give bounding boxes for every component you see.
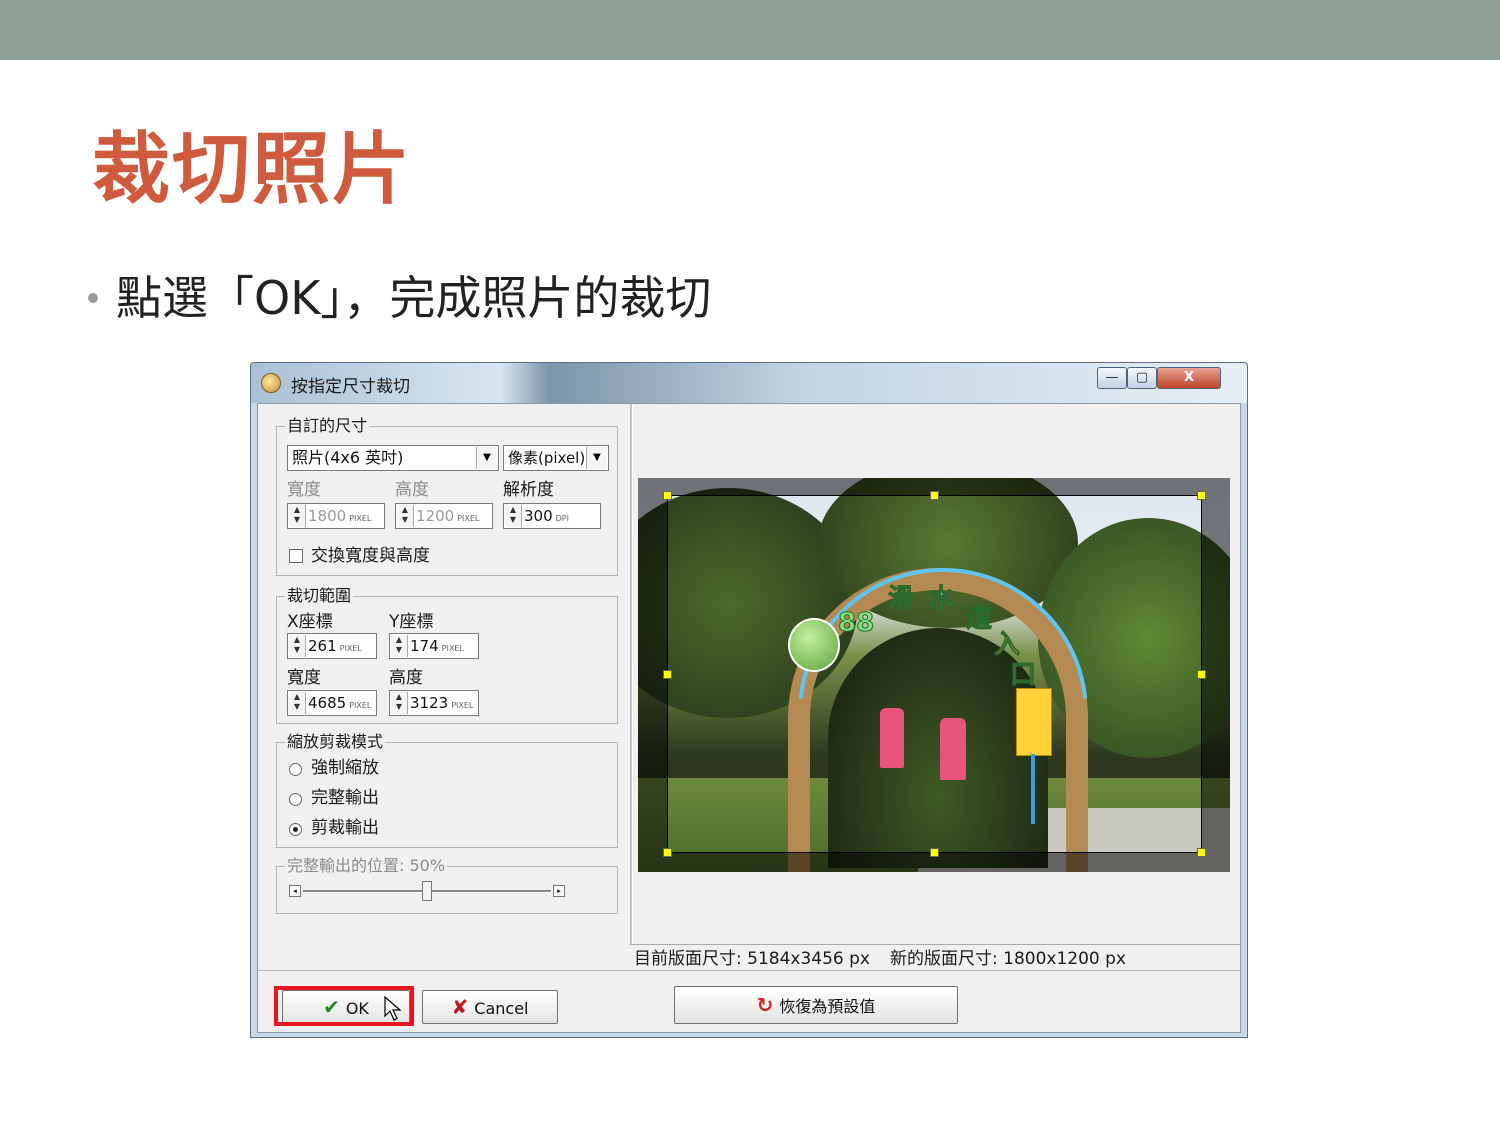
slide-title: 裁切照片 — [92, 125, 413, 215]
pixel-unit: PIXEL — [349, 701, 372, 710]
app-icon — [261, 373, 281, 393]
pixel-unit: PIXEL — [451, 701, 474, 710]
spinner-arrows-icon[interactable]: ▲ ▼ — [505, 505, 522, 527]
spinner-arrows-icon[interactable]: ▲ ▼ — [289, 692, 306, 714]
spinner-arrows-icon[interactable]: ▲ ▼ — [397, 505, 414, 527]
unit-select-value: 像素(pixel) — [508, 449, 586, 467]
crop-width-spinner[interactable]: ▲ ▼ 4685 PIXEL — [287, 690, 377, 716]
crop-height-label: 高度 — [389, 668, 423, 688]
position-group: 完整輸出的位置: 50% ◂ ▸ — [276, 855, 618, 914]
y-spinner[interactable]: ▲ ▼ 174 PIXEL — [389, 633, 479, 659]
pixel-unit: PIXEL — [441, 644, 464, 653]
photo-preview[interactable]: 88 滑 水 道 入 口 — [638, 478, 1230, 872]
resolution-value: 300 — [524, 507, 553, 525]
size-preset-select[interactable]: 照片(4x6 英吋) ▼ — [287, 445, 499, 471]
x-coordinate-label: X座標 — [287, 612, 333, 632]
cancel-button[interactable]: ✘ Cancel — [422, 990, 558, 1024]
window-titlebar[interactable]: 按指定尺寸裁切 — ▢ X — [251, 363, 1247, 403]
position-slider-thumb[interactable] — [422, 881, 432, 901]
resolution-label: 解析度 — [503, 480, 554, 500]
spinner-arrows-icon[interactable]: ▲ ▼ — [289, 505, 306, 527]
radio-force-scale[interactable] — [289, 763, 302, 776]
unit-select[interactable]: 像素(pixel) ▼ — [503, 445, 609, 471]
dialog-client-area: 自訂的尺寸 照片(4x6 英吋) ▼ 像素(pixel) ▼ 寬度 高度 解析度… — [257, 403, 1241, 1033]
bullet-dot — [88, 292, 98, 303]
custom-size-group-label: 自訂的尺寸 — [285, 415, 370, 437]
x-value: 261 — [308, 637, 337, 655]
crop-handle-bottom[interactable] — [930, 848, 939, 857]
reload-icon: ↻ — [756, 993, 774, 1017]
scale-mode-group: 縮放剪裁模式 強制縮放 完整輸出 剪裁輸出 — [276, 731, 618, 848]
x-spinner[interactable]: ▲ ▼ 261 PIXEL — [287, 633, 377, 659]
maximize-button[interactable]: ▢ — [1127, 367, 1157, 389]
crop-handle-top-left[interactable] — [663, 491, 672, 500]
settings-panel: 自訂的尺寸 照片(4x6 英吋) ▼ 像素(pixel) ▼ 寬度 高度 解析度… — [258, 404, 630, 944]
crop-dialog-window: 按指定尺寸裁切 — ▢ X 自訂的尺寸 照片(4x6 英吋) ▼ 像素(pixe… — [250, 362, 1248, 1038]
radio-crop-output[interactable] — [289, 823, 302, 836]
panel-divider — [630, 404, 633, 944]
crop-handle-top[interactable] — [930, 491, 939, 500]
spinner-arrows-icon[interactable]: ▲ ▼ — [391, 692, 408, 714]
crop-range-group: 裁切範圍 X座標 Y座標 ▲ ▼ 261 PIXEL ▲ ▼ 174 PIXEL 寬度 … — [276, 585, 618, 724]
crop-handle-left[interactable] — [663, 670, 672, 679]
crop-height-value: 3123 — [410, 694, 449, 712]
y-value: 174 — [410, 637, 439, 655]
crop-rectangle[interactable] — [667, 495, 1202, 853]
custom-size-group: 自訂的尺寸 照片(4x6 英吋) ▼ 像素(pixel) ▼ 寬度 高度 解析度… — [276, 415, 618, 576]
height-value: 1200 — [416, 507, 455, 525]
x-icon: ✘ — [451, 995, 469, 1019]
crop-handle-bottom-right[interactable] — [1197, 848, 1206, 857]
reset-button-label: 恢復為預設值 — [779, 997, 876, 1016]
mouse-cursor-icon — [384, 996, 402, 1021]
height-label: 高度 — [395, 480, 429, 500]
crop-width-value: 4685 — [308, 694, 347, 712]
force-scale-label: 強制縮放 — [311, 758, 379, 778]
reset-defaults-button[interactable]: ↻ 恢復為預設值 — [674, 986, 958, 1024]
slide-top-bar — [0, 0, 1500, 60]
crop-height-spinner[interactable]: ▲ ▼ 3123 PIXEL — [389, 690, 479, 716]
crop-width-label: 寬度 — [287, 668, 321, 688]
window-title: 按指定尺寸裁切 — [291, 377, 410, 397]
slider-left-end-icon[interactable]: ◂ — [289, 885, 301, 897]
slide-bullet: 點選「OK」，完成照片的裁切 — [88, 268, 711, 328]
crop-handle-top-right[interactable] — [1197, 491, 1206, 500]
chevron-down-icon[interactable]: ▼ — [586, 447, 607, 469]
status-divider — [630, 944, 1240, 945]
size-preset-value: 照片(4x6 英吋) — [292, 448, 404, 467]
minimize-button[interactable]: — — [1097, 367, 1127, 389]
crop-range-group-label: 裁切範圍 — [285, 585, 354, 607]
scale-mode-group-label: 縮放剪裁模式 — [285, 731, 386, 753]
radio-full-output[interactable] — [289, 793, 302, 806]
button-bar-divider — [258, 970, 1240, 971]
resolution-spinner[interactable]: ▲ ▼ 300 DPI — [503, 503, 601, 529]
width-spinner[interactable]: ▲ ▼ 1800 PIXEL — [287, 503, 385, 529]
crop-handle-right[interactable] — [1197, 670, 1206, 679]
pixel-unit: PIXEL — [349, 514, 372, 523]
height-spinner[interactable]: ▲ ▼ 1200 PIXEL — [395, 503, 493, 529]
chevron-down-icon[interactable]: ▼ — [476, 447, 497, 469]
bullet-text: 點選「OK」，完成照片的裁切 — [116, 271, 712, 325]
crop-output-label: 剪裁輸出 — [311, 818, 379, 838]
full-output-label: 完整輸出 — [311, 788, 379, 808]
pixel-unit: PIXEL — [339, 644, 362, 653]
position-group-label: 完整輸出的位置: 50% — [285, 855, 448, 877]
swap-label: 交換寬度與高度 — [311, 546, 430, 566]
crop-handle-bottom-left[interactable] — [663, 848, 672, 857]
crop-mask-right — [1202, 495, 1230, 853]
width-label: 寬度 — [287, 480, 321, 500]
width-value: 1800 — [308, 507, 347, 525]
swap-checkbox[interactable] — [289, 549, 303, 563]
cancel-button-label: Cancel — [474, 999, 529, 1018]
dpi-unit: DPI — [555, 514, 569, 523]
spinner-arrows-icon[interactable]: ▲ ▼ — [391, 635, 408, 657]
y-coordinate-label: Y座標 — [389, 612, 434, 632]
new-size-status: 新的版面尺寸: 1800x1200 px — [890, 949, 1126, 969]
slider-right-end-icon[interactable]: ▸ — [553, 885, 565, 897]
pixel-unit: PIXEL — [457, 514, 480, 523]
close-button[interactable]: X — [1157, 367, 1221, 389]
current-size-status: 目前版面尺寸: 5184x3456 px — [634, 949, 870, 969]
spinner-arrows-icon[interactable]: ▲ ▼ — [289, 635, 306, 657]
